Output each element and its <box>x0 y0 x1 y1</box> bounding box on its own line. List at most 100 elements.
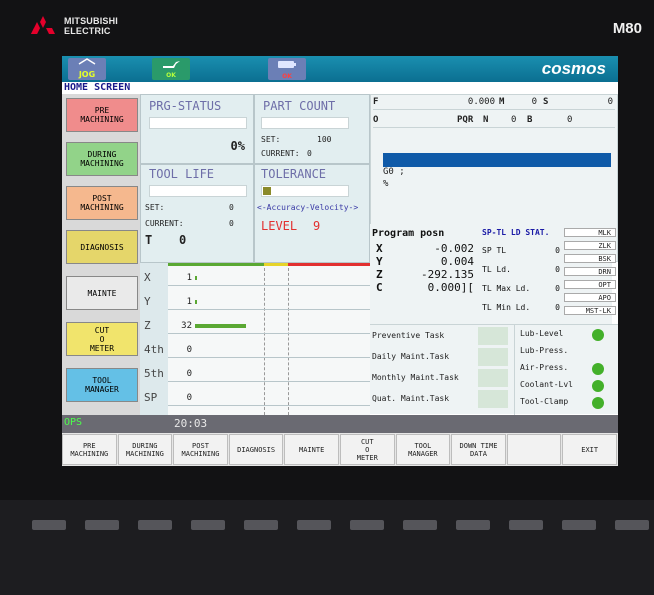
side-button-during-machining[interactable]: DURING MACHINING <box>66 142 138 176</box>
maint-task-label: Preventive Task <box>372 331 445 340</box>
clock: 20:03 <box>174 417 208 430</box>
fkey-diagnosis[interactable]: DIAGNOSIS <box>228 434 284 465</box>
sp-stat-title: SP-TL LD STAT. <box>482 228 550 237</box>
mode-indicator-apo[interactable]: APO <box>564 293 616 302</box>
load-row-line <box>168 285 370 286</box>
tool-t-label: T <box>145 233 153 247</box>
program-progress-highlight <box>383 153 611 167</box>
sp-label: TL Ld. <box>482 265 511 274</box>
mode-indicator-opt[interactable]: OPT <box>564 280 616 289</box>
hardware-softkey[interactable] <box>191 520 225 530</box>
side-button-tool-manager[interactable]: TOOL MANAGER <box>66 368 138 402</box>
tool-t-value: 0 <box>179 233 187 247</box>
maint-task-status[interactable] <box>478 369 508 387</box>
tolerance-title: TOLERANCE <box>261 167 327 181</box>
hardware-softkey[interactable] <box>297 520 331 530</box>
sp-label: TL Max Ld. <box>482 284 531 293</box>
hardware-softkey[interactable] <box>615 520 649 530</box>
fkey-post-machining[interactable]: POST MACHINING <box>173 434 228 465</box>
lub-label: Lub-Press. <box>520 346 569 355</box>
posn-value: -0.002 <box>434 242 474 255</box>
s-value: 0 <box>607 97 613 107</box>
hardware-key-strip <box>0 500 654 595</box>
three-diamonds-icon <box>31 16 55 34</box>
load-bar <box>195 300 197 304</box>
load-row-line <box>168 381 370 382</box>
b-value: 0 <box>567 115 573 125</box>
status-lamp <box>592 380 604 392</box>
b-label: B <box>527 115 533 125</box>
mode-indicator-mst-lk[interactable]: MST-LK <box>564 306 616 315</box>
side-button-mainte[interactable]: MAINTE <box>66 276 138 310</box>
part-count-bar <box>261 117 349 129</box>
load-row-line <box>168 333 370 334</box>
tool-life-panel: TOOL LIFE SET: 0 CURRENT: 0 T 0 <box>140 164 254 263</box>
hardware-softkey[interactable] <box>562 520 596 530</box>
tolerance-panel: TOLERANCE <-Accuracy-Velocity-> LEVEL 9 <box>254 164 370 263</box>
maint-task-status[interactable] <box>478 348 508 366</box>
lub-label: Tool-Clamp <box>520 397 569 406</box>
posn-value: -292.135 <box>421 268 474 281</box>
oil-status-indicator[interactable]: OK <box>152 58 190 80</box>
tolerance-bar-fill <box>263 187 271 195</box>
sp-value: 0 <box>555 284 560 293</box>
fkey-mainte[interactable]: MAINTE <box>284 434 339 465</box>
m-value: 0 <box>531 97 537 107</box>
lub-label: Coolant-Lvl <box>520 380 573 389</box>
sp-label: SP TL <box>482 246 507 255</box>
maint-task-status[interactable] <box>478 390 508 408</box>
o-label: O <box>373 115 379 125</box>
hardware-softkey[interactable] <box>138 520 172 530</box>
load-axis-label: 4th <box>144 343 164 356</box>
mode-indicator-bsk[interactable]: BSK <box>564 254 616 263</box>
tool-current-value: 0 <box>229 219 234 228</box>
fkey-during-machining[interactable]: DURING MACHINING <box>117 434 173 465</box>
posn-axis: C <box>376 281 383 294</box>
hardware-softkey[interactable] <box>509 520 543 530</box>
side-button-post-machining[interactable]: POST MACHINING <box>66 186 138 220</box>
hardware-softkey[interactable] <box>32 520 66 530</box>
fkey-pre-machining[interactable]: PRE MACHINING <box>62 434 117 465</box>
fkey-exit[interactable]: EXIT <box>562 434 617 465</box>
mode-indicators: MLK ZLK BSK DRN OPT APO MST-LK <box>562 224 618 324</box>
part-count-panel: PART COUNT SET: 100 CURRENT: 0 <box>254 94 370 164</box>
fkey-down-time-data[interactable]: DOWN TIME DATA <box>451 434 506 465</box>
cosmos-logo: cosmos <box>541 59 606 78</box>
brand-bar: MITSUBISHI ELECTRIC M80 <box>0 0 654 52</box>
fkey-cut-o-meter[interactable]: CUT O METER <box>340 434 395 465</box>
battery-status-indicator[interactable]: OK <box>268 58 306 80</box>
battery-icon <box>278 61 296 68</box>
tool-current-label: CURRENT: <box>145 219 184 228</box>
fkey-blank[interactable] <box>506 434 562 465</box>
maint-task-label: Quat. Maint.Task <box>372 394 450 403</box>
mode-indicator-mlk[interactable]: MLK <box>564 228 616 237</box>
side-button-diagnosis[interactable]: DIAGNOSIS <box>66 230 138 264</box>
fkey-tool-manager[interactable]: TOOL MANAGER <box>395 434 451 465</box>
mode-indicator-drn[interactable]: DRN <box>564 267 616 276</box>
hardware-softkey[interactable] <box>85 520 119 530</box>
pqr-label: PQR <box>457 115 474 125</box>
jog-mode-indicator[interactable]: JOG <box>68 58 106 80</box>
jog-label: JOG <box>78 70 96 79</box>
side-button-cut-o-meter[interactable]: CUT O METER <box>66 322 138 356</box>
logo-line1: MITSUBISHI <box>64 16 119 26</box>
page-title: HOME SCREEN <box>62 82 618 94</box>
hardware-softkey[interactable] <box>456 520 490 530</box>
hardware-softkey[interactable] <box>350 520 384 530</box>
mode-indicator-zlk[interactable]: ZLK <box>564 241 616 250</box>
hardware-softkey[interactable] <box>244 520 278 530</box>
maint-task-status[interactable] <box>478 327 508 345</box>
load-axis-value: 0 <box>186 393 192 403</box>
hardware-softkey[interactable] <box>403 520 437 530</box>
lub-label: Air-Press. <box>520 363 569 372</box>
side-button-pre-machining[interactable]: PRE MACHINING <box>66 98 138 132</box>
n-label: N <box>483 115 489 125</box>
load-axis-value: 1 <box>186 273 192 283</box>
gcode-line: G0 ; <box>383 167 405 177</box>
tolerance-subtitle: <-Accuracy-Velocity-> <box>257 203 359 212</box>
tolerance-bar <box>261 185 349 197</box>
maint-task-label: Monthly Maint.Task <box>372 373 459 382</box>
tool-set-value: 0 <box>229 203 234 212</box>
posn-axis: Z <box>376 268 383 281</box>
status-bar: OPS 20:03 <box>62 415 618 433</box>
